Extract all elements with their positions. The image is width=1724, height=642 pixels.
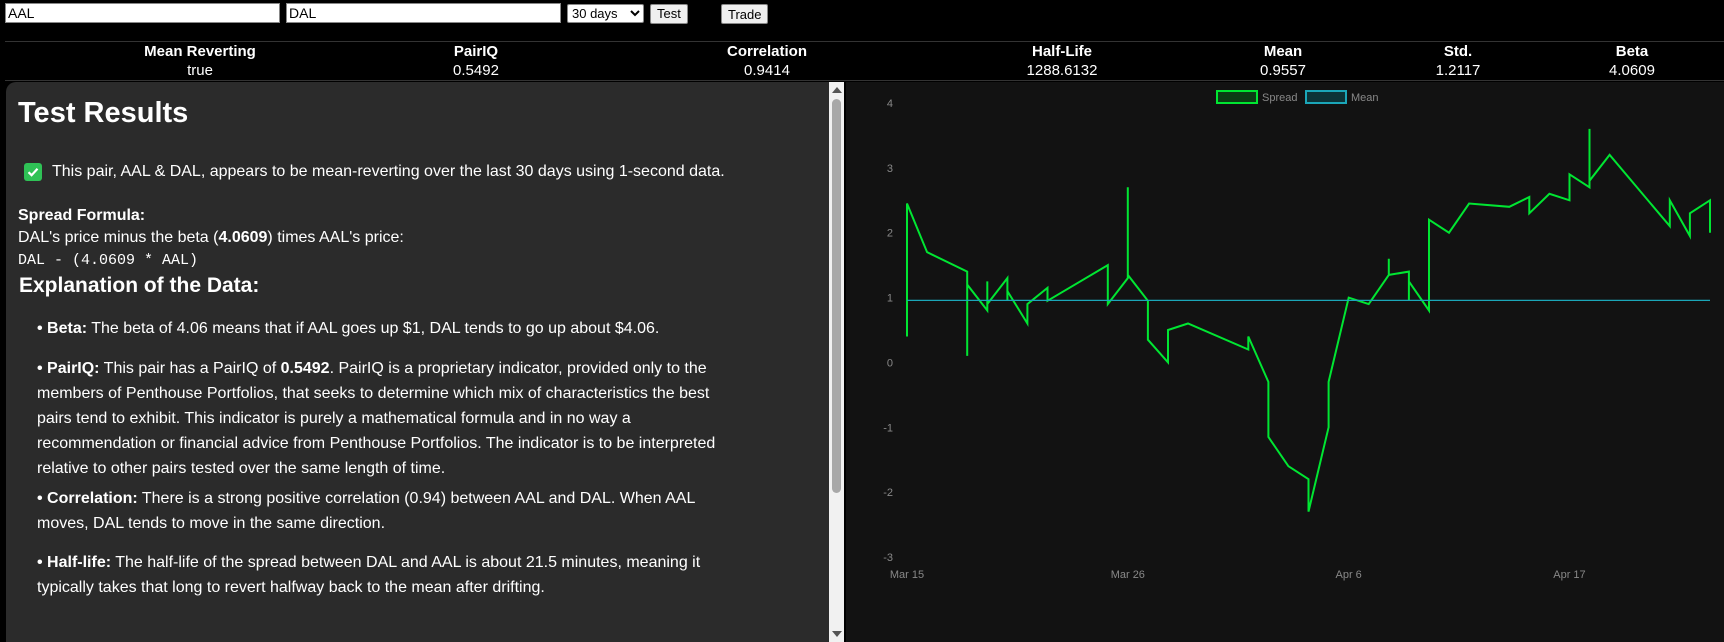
pairiq-value: 0.5492 [280, 360, 330, 377]
correlation-line-2: moves, DAL tends to move in the same dir… [37, 515, 386, 532]
stats-value-beta: 4.0609 [1609, 62, 1655, 79]
half-life-label: • Half-life: [37, 554, 112, 571]
beta-text: The beta of 4.06 means that if AAL goes … [87, 320, 660, 337]
half-life-text: The half-life of the spread between DAL … [111, 554, 701, 571]
stats-value-pairiq: 0.5492 [453, 62, 499, 79]
correlation-text: There is a strong positive correlation (… [137, 490, 696, 507]
stats-table: Mean Reverting PairIQ Correlation Half-L… [5, 41, 1724, 81]
stats-header-row: Mean Reverting PairIQ Correlation Half-L… [5, 43, 1724, 61]
y-tick-label: -2 [883, 487, 893, 499]
scroll-thumb[interactable] [832, 99, 841, 493]
y-axis: -3 -2 -1 0 1 2 3 4 [883, 98, 893, 564]
stats-header-correlation: Correlation [726, 43, 807, 60]
y-tick-label: 4 [887, 98, 893, 110]
explanation-heading: Explanation of the Data: [19, 274, 260, 297]
correlation-label: • Correlation: [37, 490, 138, 507]
y-tick-label: -1 [883, 422, 893, 434]
scroll-up-arrow-icon[interactable] [832, 87, 842, 93]
stats-header-beta: Beta [1615, 43, 1649, 60]
pairiq-label: • PairIQ: [37, 360, 100, 377]
stats-value-row: true 0.5492 0.9414 1288.6132 0.9557 1.21… [5, 62, 1724, 80]
stats-value-half-life: 1288.6132 [1026, 62, 1098, 79]
legend-mean-swatch [1305, 90, 1347, 104]
stats-value-mean-reverting: true [187, 62, 213, 79]
spread-formula-code: DAL - (4.0609 * AAL) [18, 252, 199, 269]
correlation-explanation: • Correlation: There is a strong positiv… [37, 486, 812, 536]
correlation-line-1: • Correlation: There is a strong positiv… [37, 486, 812, 511]
trade-button[interactable]: Trade [721, 4, 769, 24]
results-scrollbar[interactable] [829, 82, 844, 642]
checkmark-icon [24, 163, 42, 181]
ticker-b-input[interactable] [286, 3, 561, 23]
pairiq-line-5: relative to other pairs tested over the … [37, 460, 446, 477]
y-tick-label: -3 [883, 552, 893, 564]
pairiq-text-pre: This pair has a PairIQ of [99, 360, 281, 377]
spread-desc-pre: DAL's price minus the beta ( [18, 229, 219, 246]
x-tick-label: Mar 15 [890, 569, 924, 581]
stats-header-half-life: Half-Life [1032, 43, 1092, 60]
x-axis: Mar 15 Mar 26 Apr 6 Apr 17 [890, 569, 1586, 581]
mean-reverting-status: This pair, AAL & DAL, appears to be mean… [52, 163, 725, 180]
spread-formula-description: DAL's price minus the beta (4.0609) time… [18, 225, 404, 250]
x-tick-label: Apr 6 [1336, 569, 1362, 581]
beta-explanation: • Beta: The beta of 4.06 means that if A… [37, 316, 812, 341]
pairiq-line-4: recommendation or financial advice from … [37, 435, 716, 452]
y-tick-label: 2 [887, 228, 893, 240]
spread-desc-beta: 4.0609 [218, 229, 268, 246]
spread-series-line [906, 128, 1711, 512]
y-tick-label: 1 [887, 293, 893, 305]
stats-header-pairiq: PairIQ [453, 43, 499, 60]
ticker-a-input[interactable] [5, 3, 280, 23]
legend-mean-label: Mean [1351, 92, 1379, 104]
pairiq-text-post: . PairIQ is a proprietary indicator, pro… [329, 360, 707, 377]
x-tick-label: Apr 17 [1553, 569, 1585, 581]
beta-label: • Beta: [37, 320, 88, 337]
y-tick-label: 0 [887, 357, 893, 369]
results-title: Test Results [18, 97, 189, 129]
period-select[interactable]: 30 days [567, 4, 644, 23]
legend-spread-swatch [1216, 90, 1258, 104]
pairiq-explanation: • PairIQ: This pair has a PairIQ of 0.54… [37, 356, 812, 481]
spread-chart-svg: Spread Mean -3 -2 -1 0 1 2 3 4 Mar 15 Mar 26 Apr … [883, 90, 1711, 581]
scroll-down-arrow-icon[interactable] [832, 631, 842, 637]
test-pair-button[interactable]: Test Pair [650, 4, 688, 38]
chart-legend: Spread Mean [1216, 90, 1379, 104]
half-life-line-1: • Half-life: The half-life of the spread… [37, 550, 812, 575]
half-life-line-2: typically takes that long to revert half… [37, 579, 545, 596]
half-life-explanation: • Half-life: The half-life of the spread… [37, 550, 812, 600]
pairiq-line-3: pairs tend to exhibit. This indicator is… [37, 410, 631, 427]
legend-spread-label: Spread [1262, 92, 1297, 104]
chart-series [906, 128, 1711, 512]
y-tick-label: 3 [887, 163, 893, 175]
results-panel[interactable]: Test Results This pair, AAL & DAL, appea… [6, 82, 829, 642]
stats-value-correlation: 0.9414 [744, 62, 790, 79]
stats-header-mean-reverting: Mean Reverting [144, 43, 256, 60]
pairiq-line-1: • PairIQ: This pair has a PairIQ of 0.54… [37, 356, 812, 381]
pairiq-line-2: members of Penthouse Portfolios, that se… [37, 385, 710, 402]
spread-desc-post: ) times AAL's price: [267, 229, 404, 246]
spread-chart: Spread Mean -3 -2 -1 0 1 2 3 4 Mar 15 Mar 26 Apr … [846, 82, 1724, 642]
x-tick-label: Mar 26 [1111, 569, 1145, 581]
